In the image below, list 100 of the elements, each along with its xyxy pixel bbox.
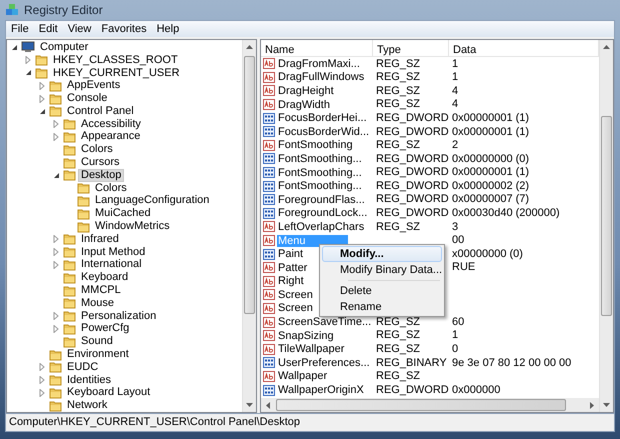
value-name[interactable]: DragWidth [277,98,331,111]
value-data: 0x00030d40 (200000) [452,207,560,220]
tree-item[interactable]: Computer [37,40,92,54]
tree-item[interactable]: Desktop [78,168,124,182]
collapsed-arrow-icon[interactable] [39,363,45,372]
menu-item[interactable]: View [62,20,96,38]
value-name[interactable]: TileWallpaper [277,343,346,356]
value-name[interactable]: FocusBorderWid... [277,126,370,138]
value-name[interactable]: UserPreferences... [277,356,371,369]
collapsed-arrow-icon[interactable] [53,132,59,141]
tree-item[interactable]: HKEY_CLASSES_ROOT [50,54,181,67]
scroll-right-arrow-icon[interactable] [590,402,594,408]
value-name[interactable]: ForegroundLock... [277,207,368,220]
column-header[interactable]: Name [261,40,373,56]
tree-item[interactable]: MMCPL [78,284,124,298]
value-name[interactable]: LeftOverlapChars [277,220,366,233]
collapsed-arrow-icon[interactable] [39,94,45,103]
scroll-up-arrow-icon[interactable] [603,45,610,49]
tree-item[interactable]: Identities [64,374,114,387]
collapsed-arrow-icon[interactable] [25,56,31,64]
tree-item[interactable]: AppEvents [64,79,124,92]
tree-item[interactable]: Console [64,92,110,106]
value-data: 0x000000 [452,384,500,396]
menu-item[interactable]: Edit [34,20,63,38]
tree-item[interactable]: Colors [92,182,130,195]
value-name[interactable]: Screen [277,302,314,314]
collapsed-arrow-icon[interactable] [53,235,59,244]
value-name[interactable]: Screen [277,288,314,301]
value-name[interactable]: DragHeight [277,84,335,97]
tree-item[interactable]: International [78,258,145,272]
collapsed-arrow-icon[interactable] [53,120,59,128]
expanded-arrow-icon[interactable] [10,44,18,51]
tree-item[interactable]: Keyboard [78,271,132,284]
tree-item[interactable]: Personalization [78,310,160,323]
value-name[interactable]: FocusBorderHei... [277,112,368,124]
context-menu-item[interactable]: Rename [322,299,442,315]
collapsed-arrow-icon[interactable] [39,388,45,397]
menu-item[interactable]: File [6,20,34,38]
collapsed-arrow-icon[interactable] [39,376,45,384]
tree-item[interactable]: Environment [64,348,132,362]
value-type: REG_DWORD [376,207,449,220]
collapsed-arrow-icon[interactable] [39,82,45,90]
value-name[interactable]: ScreenSaveTime... [277,316,372,328]
tree-item[interactable]: PowerCfg [78,322,132,336]
tree-item[interactable]: Keyboard Layout [64,386,154,400]
value-type: REG_SZ [376,58,420,70]
horizontal-scrollbar[interactable] [261,398,599,412]
value-name[interactable]: FontSmoothing [277,139,354,152]
menu-item[interactable]: Help [152,20,184,38]
context-menu-item[interactable]: Modify Binary Data... [322,262,442,278]
column-header[interactable]: Type [373,40,449,56]
value-type: REG_SZ [376,316,420,328]
tree-item[interactable]: LanguageConfiguration [92,194,212,208]
value-data: 4 [452,98,458,110]
context-menu-item[interactable]: Delete [322,283,442,299]
value-name[interactable]: DragFromMaxi... [277,58,361,70]
scroll-left-arrow-icon[interactable] [266,402,270,408]
tree-item[interactable]: MuiCached [92,207,154,220]
folder-icon [49,80,62,92]
collapsed-arrow-icon[interactable] [53,260,59,269]
scroll-down-arrow-icon[interactable] [246,403,253,407]
value-name[interactable]: WallpaperOriginX [277,384,365,396]
tree-item[interactable]: WindowMetrics [92,220,173,234]
tree-item[interactable]: Network [64,399,110,412]
value-name[interactable]: Paint [277,248,304,260]
scrollbar-thumb[interactable] [276,399,566,411]
value-name[interactable]: DragFullWindows [277,71,366,84]
value-name[interactable]: FontSmoothing... [277,166,363,179]
scroll-up-arrow-icon[interactable] [246,45,253,49]
tree-item[interactable]: Accessibility [78,118,144,131]
context-menu-item[interactable]: Modify... [322,246,442,262]
value-name[interactable]: Right [277,275,305,288]
value-name[interactable]: FontSmoothing... [277,152,363,165]
value-name[interactable]: FontSmoothing... [277,180,363,192]
scroll-down-arrow-icon[interactable] [603,403,610,407]
value-name[interactable]: Patter [277,262,308,274]
tree-item[interactable]: Cursors [78,156,123,170]
collapsed-arrow-icon[interactable] [53,312,59,320]
tree-item[interactable]: Input Method [78,246,148,259]
tree-item[interactable]: EUDC [64,360,102,374]
expanded-arrow-icon[interactable] [24,69,32,76]
expanded-arrow-icon[interactable] [52,172,60,179]
vertical-scrollbar[interactable] [242,40,256,412]
value-name[interactable]: ForegroundFlas... [277,194,366,206]
value-name[interactable]: SnapSizing [277,330,335,342]
tree-item[interactable]: Sound [78,335,116,348]
tree-item[interactable]: Mouse [78,296,118,310]
scrollbar-thumb[interactable] [601,116,612,316]
collapsed-arrow-icon[interactable] [53,248,59,256]
tree-item[interactable]: HKEY_CURRENT_USER [50,66,183,80]
tree-item[interactable]: Control Panel [64,104,137,118]
tree-item[interactable]: Infrared [78,232,122,246]
menu-item[interactable]: Favorites [96,20,152,38]
value-name[interactable]: Wallpaper [277,370,328,382]
collapsed-arrow-icon[interactable] [53,324,59,333]
tree-item[interactable]: Colors [78,143,116,156]
vertical-scrollbar[interactable] [599,40,613,412]
expanded-arrow-icon[interactable] [38,108,46,115]
scrollbar-thumb[interactable] [244,56,255,314]
tree-item[interactable]: Appearance [78,130,144,144]
